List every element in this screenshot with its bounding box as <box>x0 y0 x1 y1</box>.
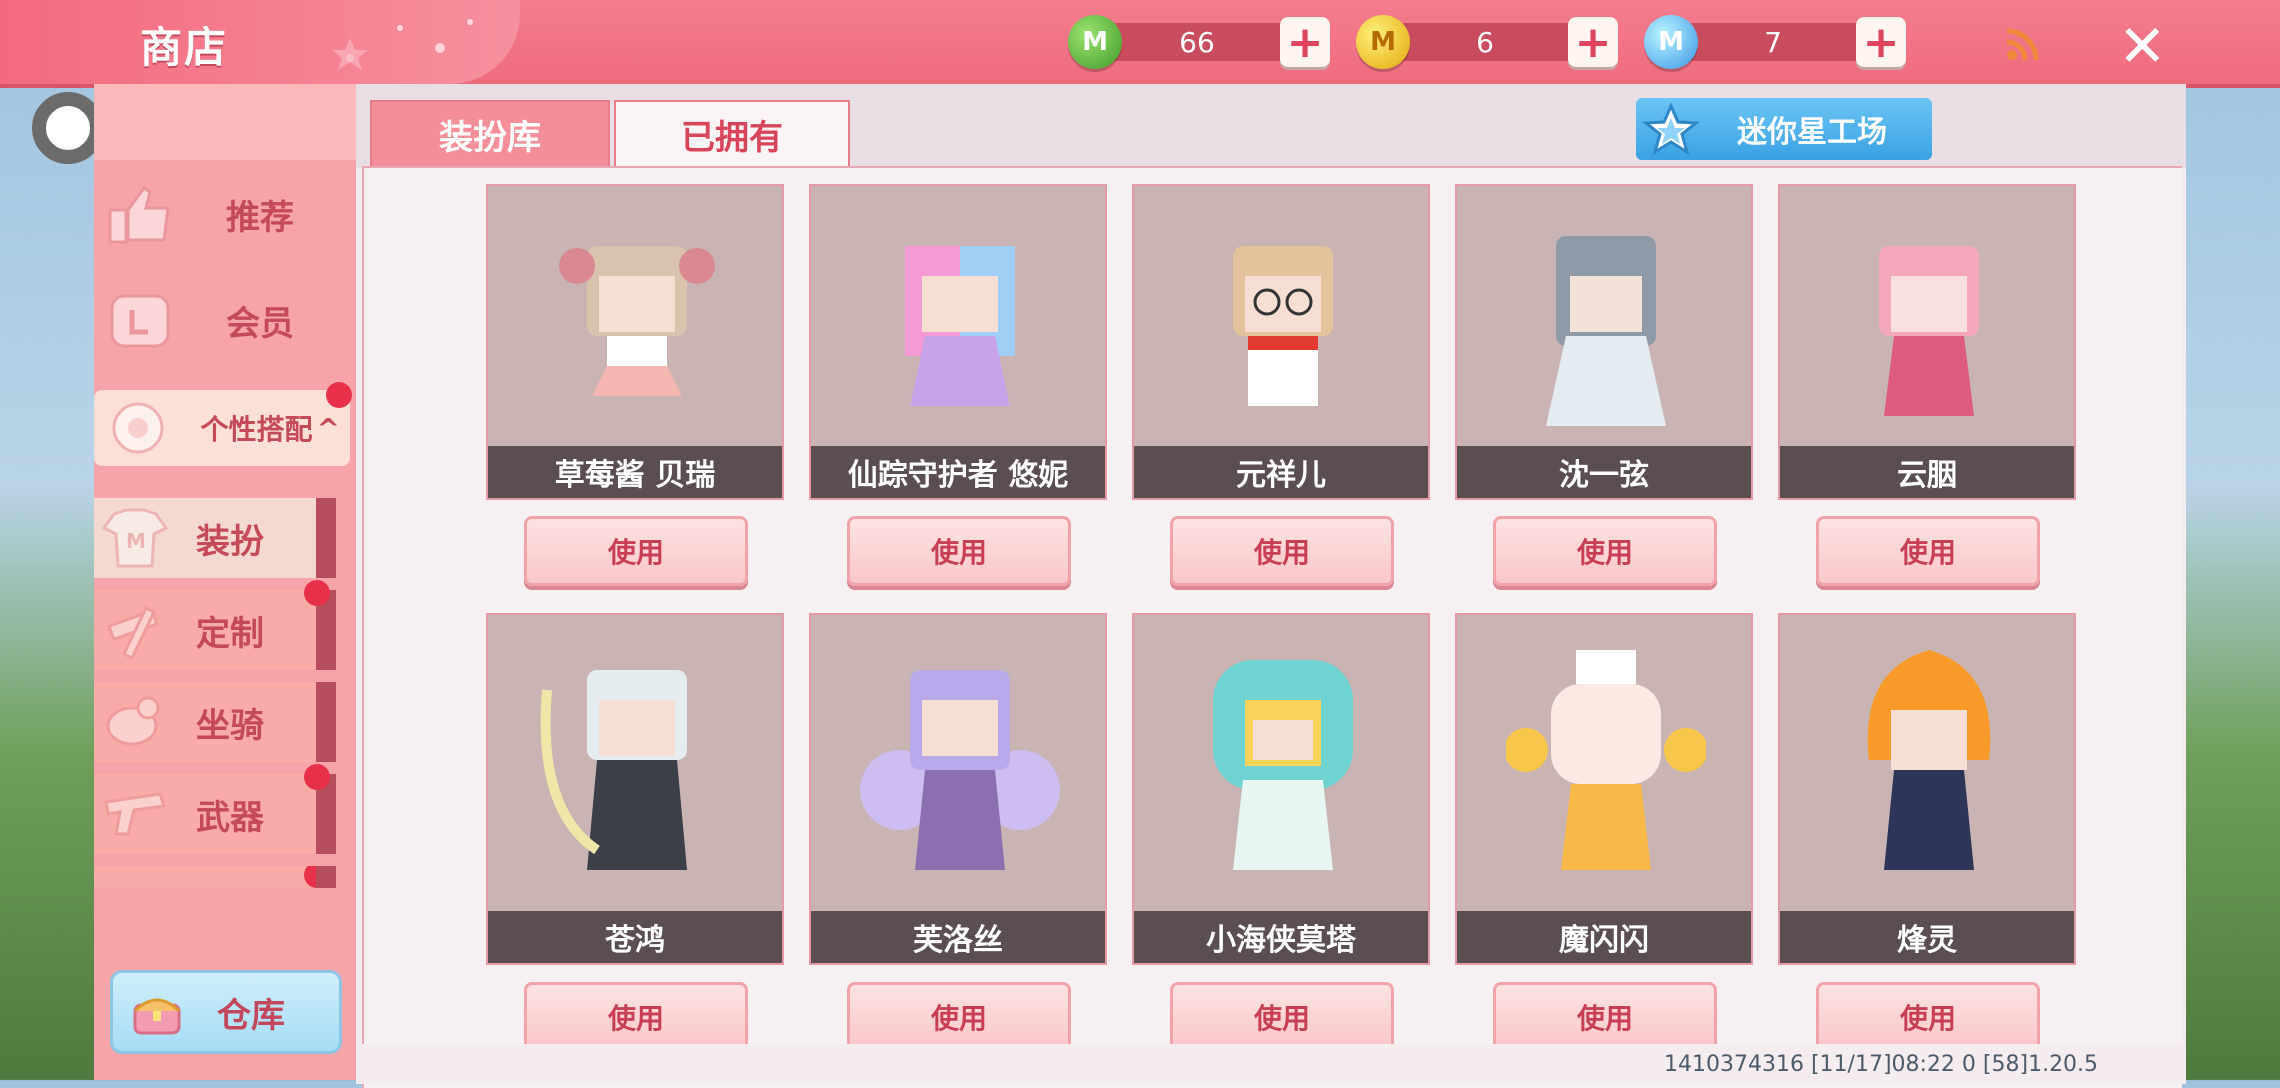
mount-icon <box>106 696 160 746</box>
use-button[interactable]: 使用 <box>1493 982 1717 1052</box>
sidebar: 推荐 会员 个性搭配 ^ M 装扮 定制 坐骑 武器 仓库 <box>94 84 356 1080</box>
notification-dot <box>304 580 330 606</box>
add-green-currency-button[interactable]: + <box>1280 17 1330 68</box>
thumbs-up-icon <box>108 185 170 244</box>
sidebar-item-outfit[interactable]: M 装扮 <box>94 498 336 578</box>
sidebar-item-weapon[interactable]: 武器 <box>94 764 336 854</box>
sidebar-item-label: 推荐 <box>226 197 294 238</box>
gun-icon <box>104 792 166 836</box>
outfit-card[interactable]: 云胭 <box>1778 184 2076 500</box>
tab-owned[interactable]: 已拥有 <box>614 100 850 166</box>
sidebar-item-label: 武器 <box>196 797 264 838</box>
notification-dot <box>304 764 330 790</box>
sidebar-item-recommend[interactable]: 推荐 <box>94 164 356 264</box>
tab-outfit-library[interactable]: 装扮库 <box>370 100 610 166</box>
member-card-icon <box>110 294 170 348</box>
character-avatar-icon <box>1879 246 1979 416</box>
outfit-card[interactable]: 芙洛丝 <box>809 613 1107 965</box>
outfit-name: 沈一弦 <box>1457 446 1751 498</box>
decorative-stars-icon <box>332 19 473 70</box>
currency-amount: 7 <box>1684 23 1862 61</box>
mini-star-workshop-button[interactable]: 迷你星工场 <box>1636 98 1932 160</box>
currency-amount: 66 <box>1108 23 1286 61</box>
blue-m-coin-icon: M <box>1644 15 1698 69</box>
tshirt-icon: M <box>101 508 169 568</box>
outfit-name: 草莓酱 贝瑞 <box>488 446 782 498</box>
outfit-name: 仙踪守护者 悠妮 <box>811 446 1105 498</box>
warehouse-button[interactable]: 仓库 <box>110 970 342 1054</box>
sidebar-item-label: 定制 <box>196 613 264 654</box>
sidebar-item-style[interactable]: 个性搭配 ^ <box>94 382 352 466</box>
outfit-card[interactable]: 仙踪守护者 悠妮 <box>809 184 1107 500</box>
currency-amount: 6 <box>1396 23 1574 61</box>
currency-green: M 66 + <box>1068 14 1330 70</box>
use-button[interactable]: 使用 <box>1170 982 1394 1052</box>
sidebar-item-label: 会员 <box>226 303 294 344</box>
character-avatar-icon <box>1213 660 1353 870</box>
use-button[interactable]: 使用 <box>1493 516 1717 586</box>
outfit-card[interactable]: 沈一弦 <box>1455 184 1753 500</box>
sidebar-item-label: 装扮 <box>196 521 264 562</box>
main-panel: 装扮库 已拥有 迷你星工场 草莓酱 贝瑞 仙踪守护者 悠妮 元祥儿 沈一弦 云胭… <box>356 84 2186 1088</box>
title-tab <box>0 0 520 84</box>
outfit-card[interactable]: 苍鸿 <box>486 613 784 965</box>
outfit-card[interactable]: 烽灵 <box>1778 613 2076 965</box>
svg-text:M: M <box>126 529 146 553</box>
outfit-card[interactable]: 元祥儿 <box>1132 184 1430 500</box>
character-avatar-icon <box>559 246 715 396</box>
use-button[interactable]: 使用 <box>847 982 1071 1052</box>
sidebar-item-label: 个性搭配 <box>200 413 313 446</box>
outfit-card[interactable]: 魔闪闪 <box>1455 613 1753 965</box>
use-button[interactable]: 使用 <box>847 516 1071 586</box>
outfit-card[interactable]: 草莓酱 贝瑞 <box>486 184 784 500</box>
page-title: 商店 <box>140 23 229 72</box>
top-bar: 商店 M 66 + M 6 + M 7 + ✕ <box>0 0 2280 88</box>
star-icon <box>1642 102 1700 156</box>
add-blue-currency-button[interactable]: + <box>1856 17 1906 68</box>
notification-dot <box>326 382 352 408</box>
use-button[interactable]: 使用 <box>1170 516 1394 586</box>
mini-star-workshop-label: 迷你星工场 <box>1737 115 1887 150</box>
character-avatar-icon <box>1546 236 1666 426</box>
collapse-caret-icon: ^ <box>316 411 340 445</box>
green-m-coin-icon: M <box>1068 15 1122 69</box>
treasure-chest-icon <box>133 998 181 1035</box>
notification-dot <box>304 866 316 888</box>
character-avatar-icon <box>1506 650 1706 870</box>
outfit-name: 小海侠莫塔 <box>1134 911 1428 963</box>
currency-gold: M 6 + <box>1356 14 1618 70</box>
sidebar-item-custom[interactable]: 定制 <box>94 580 336 670</box>
gold-m-coin-icon: M <box>1356 15 1410 69</box>
style-icon <box>112 402 164 454</box>
character-avatar-icon <box>1867 650 1991 870</box>
signal-icon <box>2006 28 2039 61</box>
sidebar-item-mount[interactable]: 坐骑 <box>94 682 336 762</box>
outfit-name: 云胭 <box>1780 446 2074 498</box>
use-button[interactable]: 使用 <box>524 516 748 586</box>
use-button[interactable]: 使用 <box>524 982 748 1052</box>
character-avatar-icon <box>1233 246 1333 406</box>
character-avatar-icon <box>860 670 1060 870</box>
outfit-card[interactable]: 小海侠莫塔 <box>1132 613 1430 965</box>
character-avatar-icon <box>905 246 1015 406</box>
sidebar-item-label: 坐骑 <box>196 705 264 746</box>
pencil-ruler-icon <box>107 605 159 661</box>
outfit-name: 芙洛丝 <box>811 911 1105 963</box>
add-gold-currency-button[interactable]: + <box>1568 17 1618 68</box>
close-button[interactable]: ✕ <box>2118 12 2167 80</box>
outfit-name: 苍鸿 <box>488 911 782 963</box>
sidebar-item-partial[interactable] <box>94 866 336 888</box>
version-info: 1410374316 [11/17]08:22 0 [58]1.20.5 <box>1664 1052 2099 1077</box>
currency-blue: M 7 + <box>1644 14 1906 70</box>
outfit-name: 元祥儿 <box>1134 446 1428 498</box>
use-button[interactable]: 使用 <box>1816 982 2040 1052</box>
use-button[interactable]: 使用 <box>1816 516 2040 586</box>
character-avatar-icon <box>540 670 687 870</box>
outfit-name: 魔闪闪 <box>1457 911 1751 963</box>
outfit-name: 烽灵 <box>1780 911 2074 963</box>
sidebar-top-strip <box>94 84 356 160</box>
warehouse-label: 仓库 <box>217 995 285 1036</box>
sidebar-item-member[interactable]: 会员 <box>94 270 356 370</box>
